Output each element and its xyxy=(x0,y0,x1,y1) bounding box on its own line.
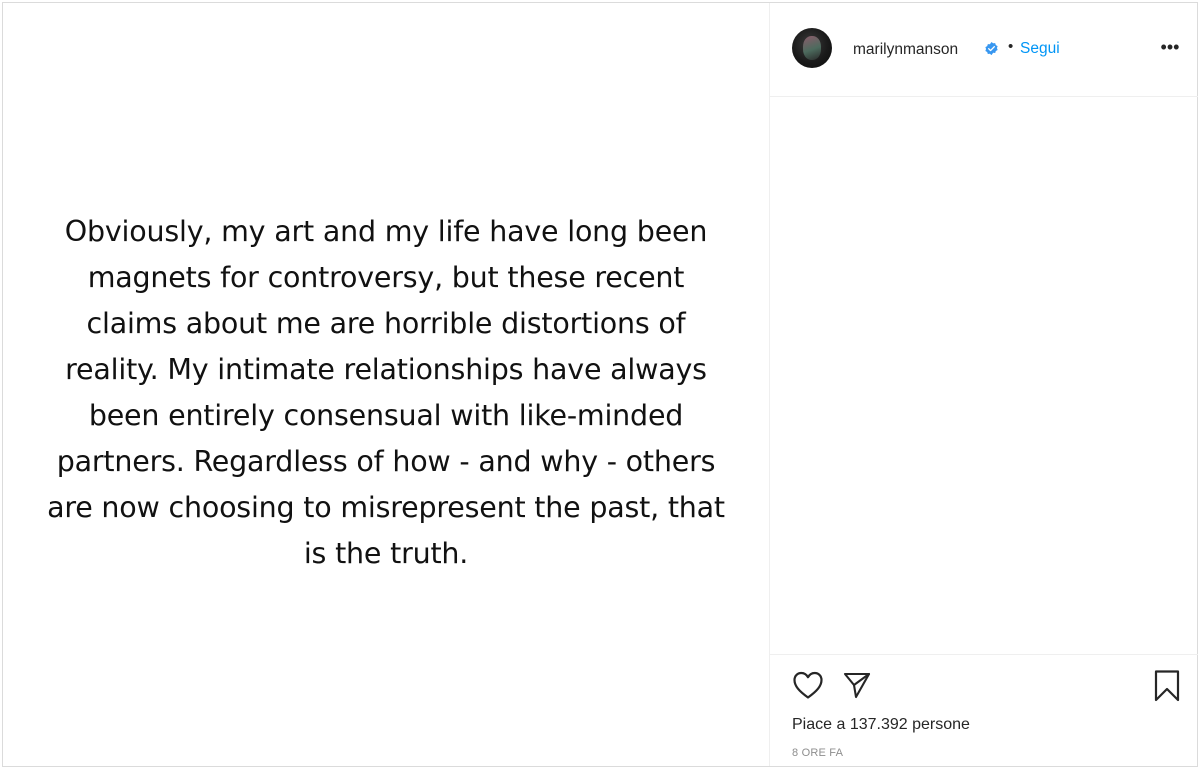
post-sidebar: marilynmanson • Segui ••• Piace a 137.39… xyxy=(769,3,1198,766)
username-link[interactable]: marilynmanson xyxy=(853,41,958,59)
follow-button[interactable]: Segui xyxy=(1020,40,1060,58)
post-text-line: Obviously, my art and my life have long … xyxy=(64,214,708,248)
post-text-line: partners. Regardless of how - and why - … xyxy=(56,444,716,478)
post-container: Obviously, my art and my life have long … xyxy=(2,2,1198,767)
verified-badge-icon xyxy=(985,41,998,56)
post-text-line: are now choosing to misrepresent the pas… xyxy=(47,490,725,524)
post-image-text: Obviously, my art and my life have long … xyxy=(41,209,731,577)
post-image[interactable]: Obviously, my art and my life have long … xyxy=(3,3,769,766)
avatar[interactable] xyxy=(792,28,832,68)
separator-dot: • xyxy=(1008,38,1014,55)
paper-plane-icon[interactable] xyxy=(842,670,872,700)
likes-count[interactable]: Piace a 137.392 persone xyxy=(792,716,970,734)
post-text-line: is the truth. xyxy=(303,536,469,570)
post-footer: Piace a 137.392 persone 8 ORE FA xyxy=(770,654,1198,767)
heart-icon[interactable] xyxy=(792,670,824,700)
comments-area xyxy=(770,97,1198,653)
post-text-line: claims about me are horrible distortions… xyxy=(86,306,686,340)
post-header: marilynmanson • Segui ••• xyxy=(770,3,1198,97)
post-text-line: been entirely consensual with like-minde… xyxy=(88,398,684,432)
post-text-line: reality. My intimate relationships have … xyxy=(65,352,707,386)
post-timestamp[interactable]: 8 ORE FA xyxy=(792,747,843,759)
bookmark-icon[interactable] xyxy=(1152,669,1182,703)
post-text-line: magnets for controversy, but these recen… xyxy=(87,260,685,294)
more-options-icon[interactable]: ••• xyxy=(1158,37,1182,57)
